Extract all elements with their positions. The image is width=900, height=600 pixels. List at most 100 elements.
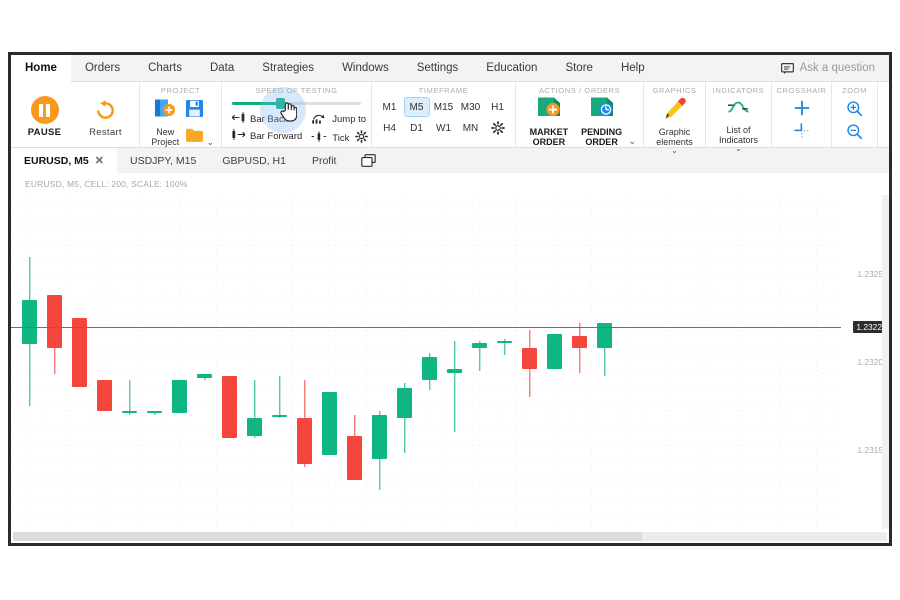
timeframe-m1[interactable]: M1 [377, 97, 403, 117]
magnifier-minus-icon[interactable] [843, 121, 867, 141]
menu-tab-home[interactable]: Home [11, 55, 71, 82]
candle-body [497, 340, 512, 343]
candle [72, 318, 87, 387]
market-order-icon [536, 96, 562, 125]
graphic-elements-label-1: Graphic [658, 127, 691, 137]
pause-label: PAUSE [27, 127, 62, 138]
ribbon-group-crosshair: CROSSHAIR [771, 82, 831, 147]
candle-wick [453, 340, 456, 433]
candle-body [122, 411, 137, 414]
tick-label: Tick [332, 132, 350, 144]
candle-wick [128, 379, 131, 415]
graphics-more-icon[interactable]: ⌄ [671, 147, 678, 155]
chart-area[interactable]: EURUSD, M5, CELL: 200, SCALE: 100% 1.232… [11, 173, 889, 543]
speed-slider-handle[interactable] [275, 98, 285, 109]
pending-order-label-1: PENDING [581, 127, 623, 137]
jump-to-icon [311, 112, 329, 127]
floppy-save-icon[interactable] [185, 99, 204, 123]
candle [547, 333, 562, 370]
menu-tab-orders[interactable]: Orders [71, 55, 134, 81]
bar-forward-label: Bar Forward [250, 130, 303, 142]
timeframe-d1[interactable]: D1 [404, 118, 430, 138]
pause-circle-icon [30, 96, 59, 124]
list-of-indicators-button[interactable]: List of Indicators ⌄ [713, 95, 764, 153]
pending-order-button[interactable]: PENDING ORDER [576, 95, 628, 147]
menu-bar: Home Orders Charts Data Strategies Windo… [11, 55, 889, 82]
cascade-windows-icon[interactable] [349, 148, 388, 173]
crosshair-dashed-icon[interactable] [790, 121, 814, 141]
close-icon[interactable]: ✕ [95, 154, 104, 167]
menu-tab-help[interactable]: Help [607, 55, 659, 81]
indicators-label-1: List of [726, 125, 751, 135]
candle [97, 379, 112, 412]
timeframe-settings-gear-icon[interactable] [485, 118, 511, 138]
timeframe-m15[interactable]: M15 [431, 97, 457, 117]
menu-tab-settings[interactable]: Settings [403, 55, 473, 81]
timeframe-h4[interactable]: H4 [377, 118, 403, 138]
ribbon-group-speed: SPEED OF TESTING Bar Back Bar Forward Ju… [221, 82, 371, 147]
menu-tab-strategies[interactable]: Strategies [248, 55, 328, 81]
bar-forward-button[interactable]: Bar Forward [231, 129, 302, 143]
chart-tab-gbpusd-h1[interactable]: GBPUSD, H1 [209, 148, 299, 173]
candle-body [172, 379, 187, 413]
candle-body [197, 374, 212, 378]
candle [322, 391, 337, 456]
menu-tab-windows[interactable]: Windows [328, 55, 403, 81]
indicators-more-icon[interactable]: ⌄ [735, 145, 742, 153]
chart-tab-eurusd-m5[interactable]: EURUSD, M5 ✕ [11, 148, 117, 173]
menu-tab-data[interactable]: Data [196, 55, 248, 81]
candle-body [47, 295, 62, 348]
speed-settings-gear-icon[interactable] [355, 130, 369, 146]
candle [347, 414, 362, 480]
timeframe-m5[interactable]: M5 [403, 97, 430, 117]
tick-candle-icon [311, 131, 329, 145]
ribbon-group-zoom: ZOOM [831, 82, 877, 147]
tick-button[interactable]: Tick [311, 130, 369, 146]
candle-body [247, 418, 262, 436]
indicator-curve-icon [726, 97, 751, 124]
horizontal-scrollbar[interactable] [13, 532, 887, 541]
price-tick-label: 1.2325 [857, 269, 883, 280]
timeframe-w1[interactable]: W1 [431, 118, 457, 138]
menu-tab-store[interactable]: Store [551, 55, 607, 81]
speed-group-title: SPEED OF TESTING [255, 86, 338, 95]
graphic-elements-button[interactable]: Graphic elements ⌄ [651, 95, 698, 155]
pause-button[interactable]: PAUSE [18, 95, 71, 138]
bar-back-button[interactable]: Bar Back [231, 112, 302, 126]
menu-tab-charts[interactable]: Charts [134, 55, 196, 81]
timeframe-mn[interactable]: MN [458, 118, 484, 138]
menu-tab-education[interactable]: Education [472, 55, 551, 81]
ribbon-group-indicators: INDICATORS List of Indicators ⌄ [705, 82, 771, 153]
market-order-button[interactable]: MARKET ORDER [523, 95, 575, 147]
folder-open-icon[interactable] [185, 127, 204, 148]
candle [47, 295, 62, 375]
chart-tab-usdjpy-m15[interactable]: USDJPY, M15 [117, 148, 209, 173]
ask-a-question-button[interactable]: Ask a question [780, 55, 889, 81]
candle [397, 383, 412, 454]
timeframe-h1[interactable]: H1 [485, 97, 511, 117]
jump-to-button[interactable]: Jump to [311, 112, 368, 127]
pending-order-label-2: ORDER [585, 137, 618, 147]
arrow-left-candle-icon [231, 112, 247, 126]
ribbon-toolbar: PAUSE Restart PROJECT New Project ⌄ SPEE… [11, 82, 889, 155]
new-project-button[interactable]: New Project [147, 95, 183, 147]
orders-more-icon[interactable]: ⌄ [628, 116, 636, 147]
new-project-label-1: New [156, 127, 175, 137]
ribbon-group-playback: PAUSE Restart [11, 82, 139, 147]
vertical-scrollbar[interactable] [882, 195, 889, 529]
speed-slider[interactable] [232, 87, 361, 133]
candlestick-plot[interactable] [11, 195, 841, 529]
crosshair-plus-icon[interactable] [790, 98, 814, 118]
new-project-icon [153, 98, 177, 125]
magnifier-plus-icon[interactable] [843, 98, 867, 118]
candle [522, 330, 537, 398]
project-more-icon[interactable]: ⌄ [206, 123, 214, 148]
current-price-label: 1.2322 [853, 320, 885, 333]
chart-tab-profit[interactable]: Profit [299, 148, 350, 173]
bar-back-label: Bar Back [250, 113, 289, 125]
restart-button[interactable]: Restart [79, 95, 132, 138]
timeframe-m30[interactable]: M30 [458, 97, 484, 117]
candle-body [422, 356, 437, 380]
candle [297, 379, 312, 468]
candle-body [72, 318, 87, 387]
